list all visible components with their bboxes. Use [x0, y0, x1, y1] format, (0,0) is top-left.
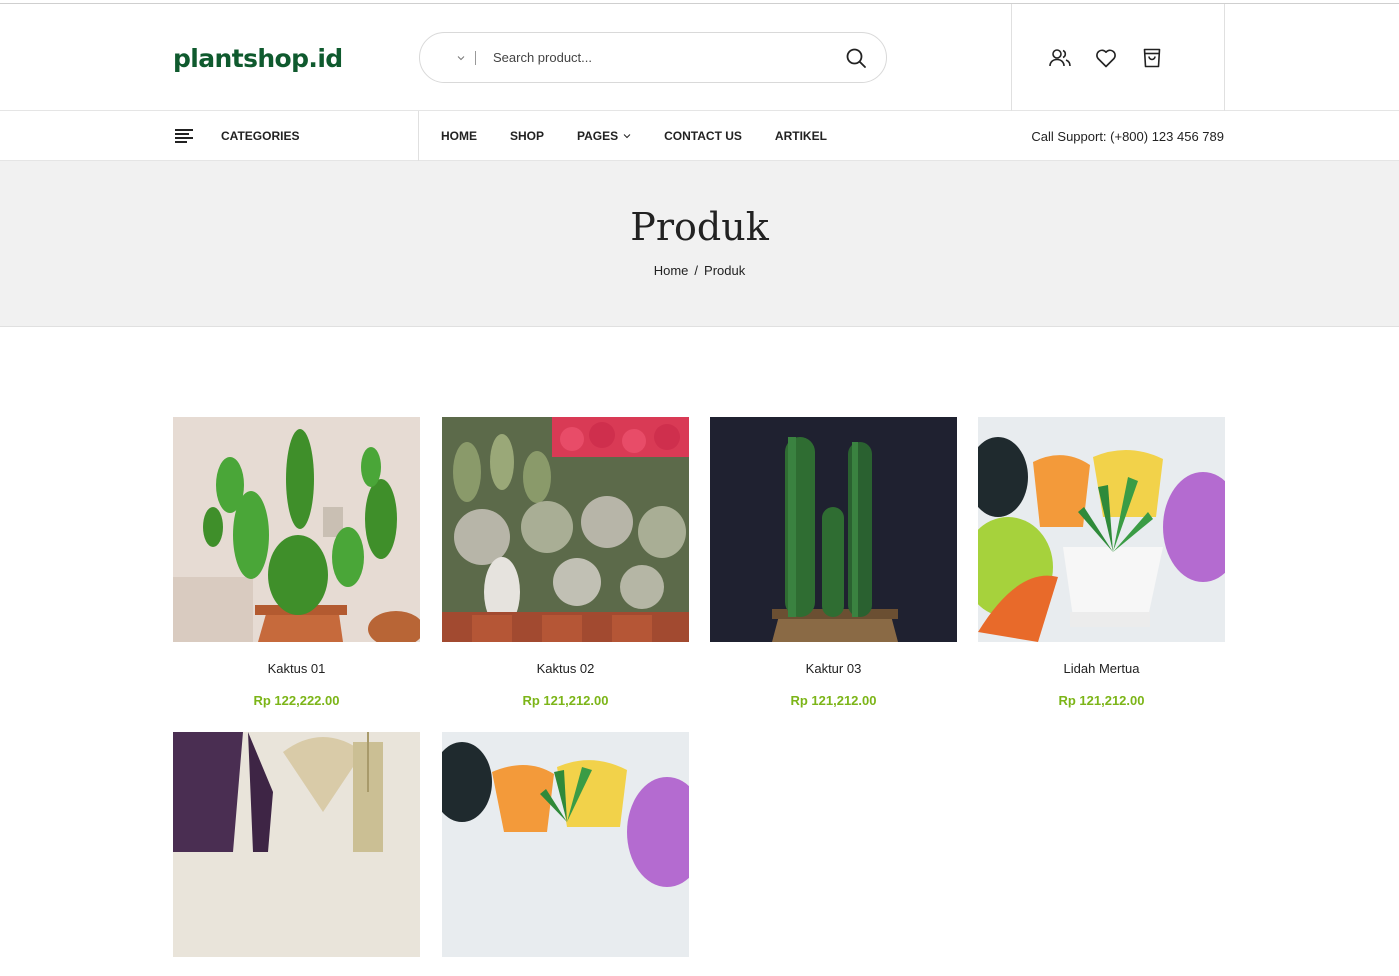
site-header: plantshop.id [0, 4, 1399, 111]
search-bar [419, 32, 887, 83]
category-select[interactable] [420, 33, 475, 82]
product-card: Kaktus 02 Rp 121,212.00 [442, 417, 689, 708]
nav-shop[interactable]: SHOP [510, 129, 544, 143]
breadcrumb-home[interactable]: Home [654, 263, 689, 278]
nav-pages[interactable]: PAGES [577, 129, 631, 143]
categories-label: CATEGORIES [221, 129, 300, 143]
chevron-down-icon [623, 134, 631, 139]
product-card: Kaktur 03 Rp 121,212.00 [710, 417, 957, 708]
product-name[interactable]: Kaktur 03 [710, 661, 957, 676]
page-title: Produk [630, 205, 769, 249]
chevron-down-icon [457, 56, 465, 61]
product-name[interactable]: Lidah Mertua [978, 661, 1225, 676]
breadcrumb: Home / Produk [0, 263, 1399, 278]
product-image[interactable] [978, 417, 1225, 642]
product-image[interactable] [173, 417, 420, 642]
product-name[interactable]: Kaktus 02 [442, 661, 689, 676]
product-price: Rp 122,222.00 [253, 693, 340, 708]
product-price: Rp 121,212.00 [790, 693, 877, 708]
product-image[interactable] [710, 417, 957, 642]
product-image[interactable] [442, 417, 689, 642]
product-card: Lidah Mertua Rp 121,212.00 [978, 417, 1225, 708]
nav-pages-label: PAGES [577, 129, 619, 143]
main-navigation: CATEGORIES HOME SHOP PAGES CONTACT US AR… [0, 111, 1399, 161]
breadcrumb-separator: / [694, 263, 699, 278]
heart-icon[interactable] [1094, 46, 1118, 70]
nav-contact-us[interactable]: CONTACT US [664, 129, 742, 143]
product-card: Kaktus 01 Rp 122,222.00 [173, 417, 420, 708]
nav-artikel[interactable]: ARTIKEL [775, 129, 827, 143]
product-card [442, 732, 689, 976]
product-card [173, 732, 420, 976]
search-input[interactable] [493, 50, 823, 65]
categories-toggle[interactable]: CATEGORIES [173, 111, 419, 161]
header-actions [1011, 4, 1225, 111]
product-price: Rp 121,212.00 [522, 693, 609, 708]
nav-menu: HOME SHOP PAGES CONTACT US ARTIKEL [441, 111, 860, 161]
site-logo[interactable]: plantshop.id [173, 44, 343, 73]
product-price: Rp 121,212.00 [1058, 693, 1145, 708]
page-banner: Produk Home / Produk [0, 161, 1399, 327]
support-phone: Call Support: (+800) 123 456 789 [1031, 129, 1224, 144]
search-divider [475, 50, 476, 65]
product-image[interactable] [173, 732, 420, 957]
menu-lines-icon [175, 129, 193, 143]
product-image[interactable] [442, 732, 689, 957]
account-icon[interactable] [1048, 46, 1072, 70]
product-name[interactable]: Kaktus 01 [173, 661, 420, 676]
nav-home[interactable]: HOME [441, 129, 477, 143]
breadcrumb-current: Produk [704, 263, 746, 278]
search-icon[interactable] [845, 47, 867, 69]
cart-icon[interactable] [1140, 46, 1164, 70]
